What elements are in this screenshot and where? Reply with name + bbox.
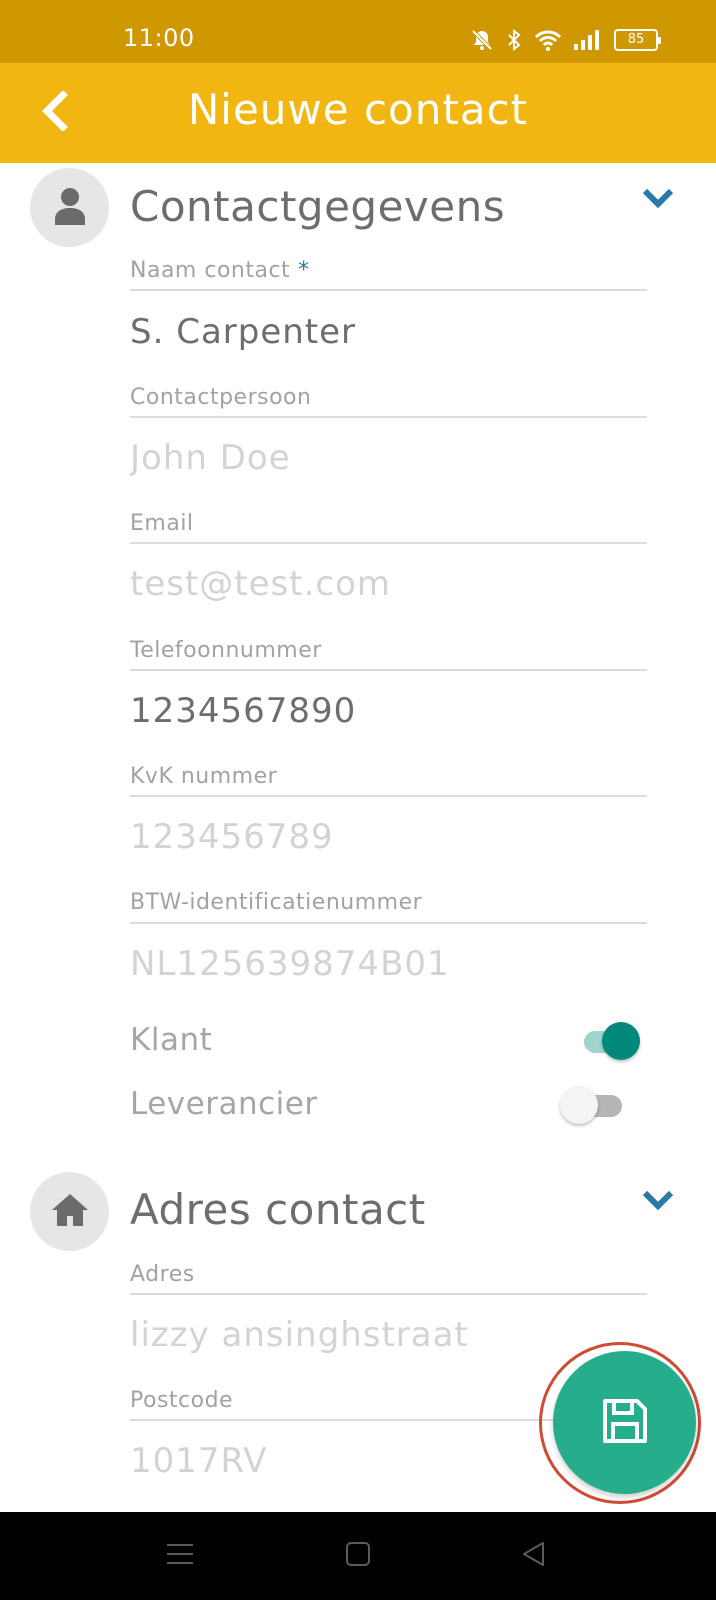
page-title: Nieuwe contact — [187, 85, 529, 134]
section-title-adres-contact: Adres contact — [130, 1185, 426, 1234]
battery-icon: 85 — [614, 29, 661, 51]
save-icon — [600, 1396, 650, 1450]
kvk-nummer-input[interactable] — [130, 811, 647, 863]
address-section-icon — [30, 1172, 109, 1251]
back-triangle-icon — [521, 1541, 547, 1571]
naam-contact-input[interactable] — [130, 306, 647, 358]
label-btw-nummer: BTW-identificatienummer — [130, 890, 423, 915]
wifi-icon — [534, 29, 562, 51]
bell-muted-icon — [470, 28, 494, 52]
label-kvk-nummer: KvK nummer — [130, 764, 278, 789]
divider — [130, 1293, 647, 1295]
label-naam-contact: Naam contact * — [130, 258, 310, 283]
required-marker: * — [298, 258, 310, 283]
klant-toggle[interactable] — [574, 1019, 640, 1063]
label-klant: Klant — [130, 1022, 213, 1058]
nav-home-button[interactable] — [338, 1538, 378, 1574]
contact-section-icon — [30, 168, 109, 247]
contactpersoon-input[interactable] — [130, 432, 647, 484]
email-input[interactable] — [130, 558, 647, 610]
btw-nummer-input[interactable] — [130, 938, 647, 990]
home-icon — [50, 1192, 90, 1232]
home-square-icon — [345, 1541, 371, 1571]
nav-back-button[interactable] — [514, 1538, 554, 1574]
label-telefoonnummer: Telefoonnummer — [130, 638, 322, 663]
chevron-down-icon — [641, 1189, 675, 1215]
label-email: Email — [130, 511, 194, 536]
divider — [130, 922, 647, 924]
menu-icon — [167, 1542, 193, 1570]
signal-icon — [574, 30, 602, 50]
divider — [130, 542, 647, 544]
divider — [130, 289, 647, 291]
status-bar: 11:00 85 — [0, 0, 716, 63]
status-time: 11:00 — [123, 24, 195, 52]
nav-menu-button[interactable] — [160, 1538, 200, 1574]
collapse-contact-button[interactable] — [636, 182, 680, 218]
label-adres: Adres — [130, 1262, 195, 1287]
leverancier-toggle[interactable] — [560, 1083, 626, 1127]
label-postcode: Postcode — [130, 1388, 234, 1413]
divider — [130, 416, 647, 418]
save-button[interactable] — [553, 1351, 696, 1494]
collapse-address-button[interactable] — [636, 1184, 680, 1220]
label-contactpersoon: Contactpersoon — [130, 385, 312, 410]
adres-input[interactable] — [130, 1309, 647, 1361]
app-header: Nieuwe contact — [0, 63, 716, 163]
person-icon — [53, 187, 87, 229]
telefoonnummer-input[interactable] — [130, 685, 647, 737]
section-title-contactgegevens: Contactgegevens — [130, 182, 506, 231]
status-icons: 85 — [470, 26, 661, 54]
system-nav-bar — [0, 1512, 716, 1600]
bluetooth-icon — [506, 28, 522, 52]
divider — [130, 669, 647, 671]
toggle-thumb — [602, 1022, 640, 1060]
divider — [130, 795, 647, 797]
chevron-down-icon — [641, 187, 675, 213]
toggle-thumb — [560, 1086, 598, 1124]
label-leverancier: Leverancier — [130, 1086, 318, 1122]
